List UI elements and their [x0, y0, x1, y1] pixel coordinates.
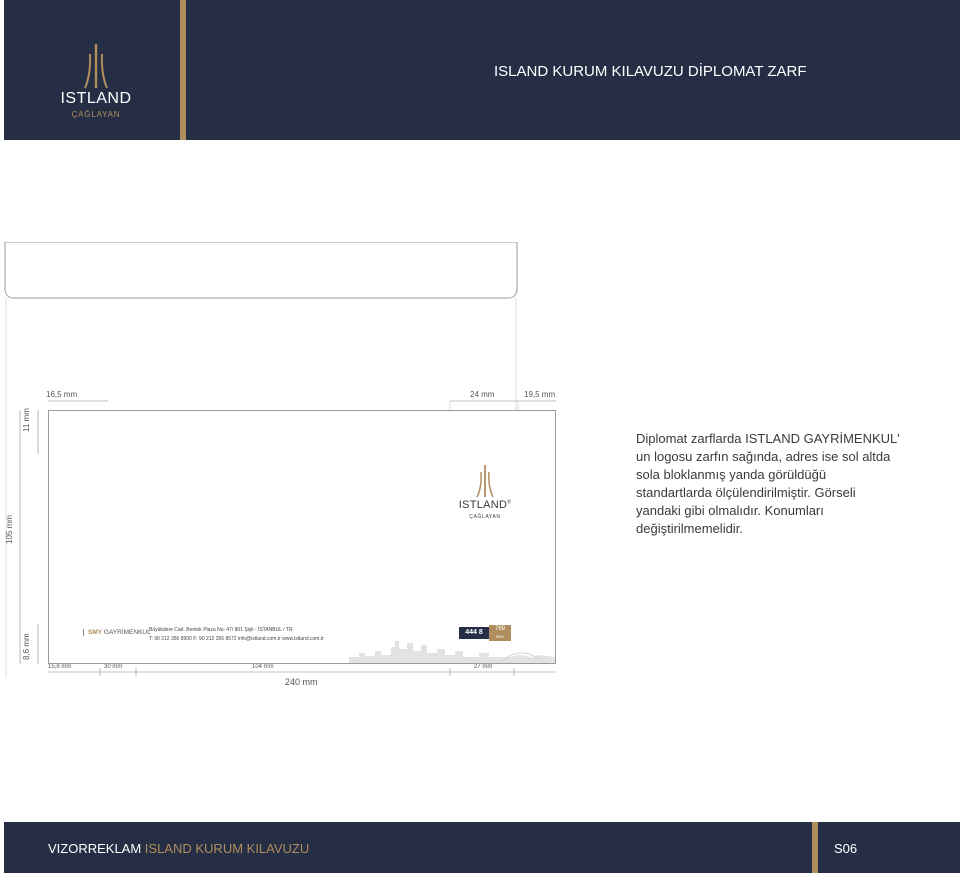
envelope-logo-subtitle: ÇAĞLAYAN [469, 514, 501, 520]
page-title: ISLAND KURUM KILAVUZU DİPLOMAT ZARF [494, 63, 807, 80]
page-header: ISTLAND ÇAĞLAYAN ISLAND KURUM KILAVUZU D… [4, 0, 960, 140]
dim-top-margin: 11 mm [22, 408, 31, 432]
dim-smy-width: 30 mm [104, 664, 123, 670]
page-footer: VIZORREKLAM ISLAND KURUM KILAVUZU S06 [4, 822, 960, 873]
envelope-logo: ISTLAND® ÇAĞLAYAN [451, 463, 519, 523]
description-line: değiştirilmemelidir. [636, 521, 743, 536]
logo-subtitle: ÇAĞLAYAN [71, 110, 121, 119]
description-line: sola bloklanmış yanda görüldüğü [636, 467, 827, 482]
address-line: Büyükdere Cad. Bentek Plaza No: 47/ 801 … [149, 627, 293, 633]
phone-badge: 444 8 769 SMY [459, 625, 511, 641]
tower-logo-icon [84, 44, 108, 89]
description-text: Diplomat zarflarda ISTLAND GAYRİMENKUL' … [636, 430, 906, 538]
contact-line: T: 90 212 356 8500 F: 90 212 356 8572 in… [149, 636, 324, 642]
diplomat-envelope: ISTLAND® ÇAĞLAYAN SMY GAYRİMENKUL Büyükd… [48, 410, 556, 664]
city-skyline [349, 641, 555, 663]
dim-address-width: 104 mm [252, 664, 274, 670]
phone-extension: 769 SMY [489, 625, 511, 641]
istland-logo: ISTLAND ÇAĞLAYAN [48, 42, 144, 122]
header-accent-bar [180, 0, 186, 140]
address-block: Büyükdere Cad. Bentek Plaza No: 47/ 801 … [149, 626, 324, 644]
page-number: S06 [834, 841, 858, 856]
dim-logo-width: 24 mm [470, 390, 495, 399]
phone-number: 444 8 [459, 627, 489, 639]
dim-height: 105 mm [5, 515, 14, 544]
dim-bottom-left: 15,8 mm [48, 664, 72, 670]
envelope-logo-brand: ISTLAND® [458, 499, 512, 511]
dim-bottom-strip: 8,6 mm [22, 633, 31, 660]
logo-brand: ISTLAND [60, 90, 132, 107]
footer-accent-bar [812, 822, 818, 873]
tower-logo-icon [476, 465, 494, 498]
dim-total-width: 240 mm [285, 677, 318, 687]
description-line: standartlarda ölçülendirilmiştir. Görsel… [636, 485, 856, 500]
description-line: un logosu zarfın sağında, adres ise sol … [636, 449, 891, 464]
dim-right-margin: 19,5 mm [524, 390, 556, 399]
dim-left-margin: 16,5 mm [46, 390, 78, 399]
description-line: yandaki gibi olmalıdır. Konumları [636, 503, 824, 518]
smy-logo: SMY GAYRİMENKUL [83, 629, 151, 636]
dim-badge-width: 27 mm [474, 664, 493, 670]
description-line: Diplomat zarflarda ISTLAND GAYRİMENKUL' [636, 431, 900, 446]
envelope-flap [4, 242, 518, 299]
footer-credit: VIZORREKLAM ISLAND KURUM KILAVUZU [48, 841, 310, 856]
